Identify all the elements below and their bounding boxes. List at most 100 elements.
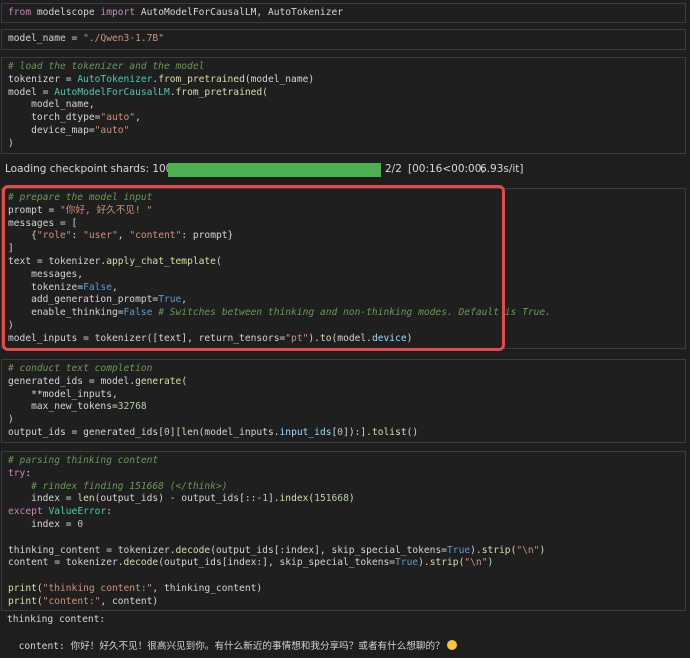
- code-cell-load-model[interactable]: # load the tokenizer and the model tokeni…: [1, 57, 686, 154]
- code-token: tolist: [371, 426, 407, 438]
- code-line: prompt = "你好, 好久不见! ": [8, 205, 679, 218]
- code-token: tokenizer: [8, 73, 66, 85]
- code-token: model: [8, 86, 43, 98]
- code-token: =: [48, 204, 60, 216]
- code-token: messages,: [8, 268, 84, 280]
- code-line: ]: [8, 243, 679, 256]
- code-cell-import[interactable]: from modelscope import AutoModelForCausa…: [1, 3, 686, 23]
- code-line: model_name = "./Qwen3-1.7B": [8, 33, 679, 46]
- code-token: ): [539, 544, 546, 556]
- code-token: model_inputs,: [42, 388, 118, 400]
- code-line: ): [8, 414, 679, 427]
- code-token: model.: [100, 375, 136, 387]
- code-token: messages: [8, 217, 60, 229]
- code-line: thinking_content = tokenizer.decode(outp…: [8, 545, 679, 558]
- code-token: (: [215, 255, 222, 267]
- progress-rate: 6.93s/it]: [480, 163, 524, 175]
- code-token: 32768: [117, 401, 147, 413]
- code-token: =: [36, 255, 49, 267]
- code-cell-parse-output[interactable]: # parsing thinking content try: # rindex …: [1, 451, 686, 611]
- code-line: # rindex finding 151668 (</think>): [8, 481, 679, 494]
- smiley-emoji-icon: [446, 639, 457, 650]
- output-line-content: content: 你好！好久不见！很高兴见到你。有什么新近的事情想和我分享吗？或…: [7, 627, 457, 654]
- code-line: messages,: [8, 269, 679, 282]
- code-line: ): [8, 138, 679, 151]
- code-token: # load the tokenizer and the model: [8, 61, 205, 72]
- code-token: tokenize: [8, 281, 78, 293]
- code-token: ): [8, 319, 14, 331]
- code-token: -: [169, 493, 182, 505]
- code-token: # prepare the model input: [8, 192, 153, 203]
- code-token: except: [8, 506, 49, 518]
- code-cell-generate[interactable]: # conduct text completion generated_ids =…: [1, 359, 686, 443]
- code-token: =: [65, 493, 78, 505]
- code-token: generated_ids[: [83, 426, 164, 438]
- progress-label: Loading checkpoint shards: 100%: [5, 163, 183, 175]
- code-token: True: [447, 544, 471, 556]
- code-token: **: [8, 388, 43, 400]
- code-line: text = tokenizer.apply_chat_template(: [8, 256, 679, 269]
- code-line: content = tokenizer.decode(output_ids[in…: [8, 557, 679, 570]
- code-token: tokenizer.: [48, 255, 107, 267]
- code-token: "\n": [464, 557, 488, 569]
- progress-count: 2/2: [385, 163, 402, 175]
- code-line: enable_thinking=False # Switches between…: [8, 307, 679, 320]
- code-token: len: [181, 426, 199, 438]
- code-token: index: [8, 493, 66, 505]
- code-token: generate: [135, 375, 182, 387]
- code-token: =: [54, 557, 66, 569]
- code-cell-model-name[interactable]: model_name = "./Qwen3-1.7B": [1, 29, 686, 50]
- code-token: True: [158, 294, 182, 306]
- code-token: (: [262, 86, 268, 98]
- code-token: ][: [169, 426, 182, 438]
- code-line: index = len(output_ids) - output_ids[::-…: [8, 493, 679, 506]
- code-token: "pt": [285, 332, 309, 344]
- code-token: "content:": [42, 595, 101, 607]
- code-token: = [: [59, 217, 78, 229]
- code-token: ).: [418, 557, 430, 569]
- code-token: # Switches between thinking and non-thin…: [158, 307, 551, 319]
- code-line: ): [8, 320, 679, 333]
- code-token: index: [279, 493, 309, 505]
- code-token: model_inputs: [8, 332, 84, 344]
- code-token: (output_ids[:index], skip_special_tokens: [210, 544, 442, 556]
- progress-bar-track: [168, 163, 381, 177]
- code-token: =: [42, 86, 55, 98]
- code-line: # prepare the model input: [8, 192, 679, 205]
- code-line: print("thinking content:", thinking_cont…: [8, 583, 679, 596]
- code-token: ValueError: [48, 506, 107, 518]
- code-line: tokenize=False,: [8, 282, 679, 295]
- code-token: ).: [308, 332, 320, 344]
- code-token: try: [8, 467, 26, 479]
- code-token: "content": [129, 230, 182, 242]
- code-token: =: [88, 375, 101, 387]
- code-token: enable_thinking: [8, 307, 118, 319]
- code-token: tokenizer([text], return_tensors: [94, 332, 280, 344]
- code-line: generated_ids = model.generate(: [8, 376, 679, 389]
- code-cell-prepare-input[interactable]: # prepare the model input prompt = "你好, 好…: [1, 188, 686, 349]
- code-token: decode: [175, 544, 211, 556]
- code-token: from_pretrained: [158, 73, 245, 85]
- code-token: strip: [429, 557, 459, 569]
- code-line: except ValueError:: [8, 506, 679, 519]
- code-token: # conduct text completion: [8, 363, 153, 374]
- code-token: True: [395, 557, 419, 569]
- code-token: to: [319, 332, 332, 344]
- code-token: output_ids[::: [181, 493, 257, 505]
- code-token: AutoModelForCausalLM, AutoTokenizer: [140, 7, 344, 18]
- code-line: from modelscope import AutoModelForCausa…: [8, 7, 679, 20]
- code-token: "你好, 好久不见! ": [60, 204, 153, 216]
- code-token: tokenizer.: [117, 544, 176, 556]
- code-token: # rindex finding 151668 (</think>): [31, 480, 228, 492]
- output-content-text: content: 你好！好久不见！很高兴见到你。有什么新近的事情想和我分享吗？或…: [18, 640, 445, 652]
- code-token: 0: [77, 518, 84, 530]
- code-token: from: [8, 7, 37, 18]
- code-token: (): [406, 426, 419, 438]
- code-token: False: [123, 307, 159, 319]
- code-token: =: [65, 518, 78, 530]
- code-token: "\n": [516, 544, 540, 556]
- code-token: ,: [181, 294, 188, 306]
- code-token: prompt: [8, 204, 49, 216]
- code-token: =: [71, 33, 84, 44]
